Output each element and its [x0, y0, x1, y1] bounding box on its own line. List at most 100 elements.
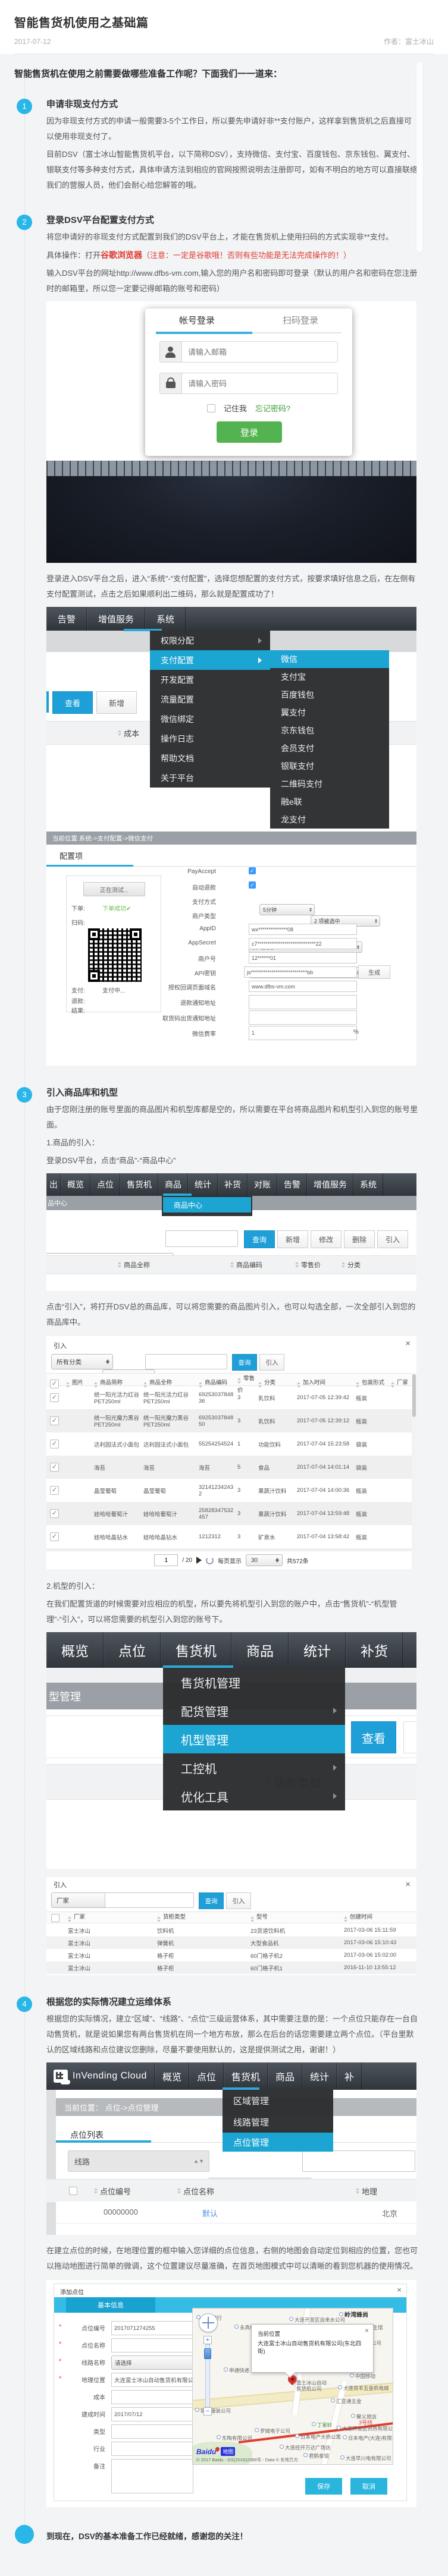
tab-config-items[interactable]: 配置项 — [59, 850, 83, 861]
query-button[interactable]: 查询 — [232, 1354, 257, 1371]
menu-item-pay-config[interactable]: 支付配置 — [150, 650, 270, 670]
zoom-out-button[interactable]: − — [203, 2407, 212, 2416]
menu-item-ipc[interactable]: 工控机 — [163, 1753, 345, 1782]
industry-input[interactable] — [111, 2442, 193, 2456]
zoom-slider-thumb[interactable] — [204, 2348, 211, 2359]
nav-item-stats[interactable]: 统计 — [302, 2062, 337, 2090]
nav-item-restock[interactable]: 补货 — [346, 1632, 403, 1668]
delete-button[interactable]: 删除 — [344, 1230, 375, 1248]
import-search-input[interactable] — [145, 1354, 227, 1369]
row-checkbox[interactable] — [50, 1463, 59, 1472]
nav-item-overview[interactable]: 概览 — [46, 1632, 104, 1668]
close-icon[interactable]: × — [405, 1879, 411, 1890]
table-row[interactable]: 富士冰山饮料机23货道饮料机2017-03-06 15:11:59 — [46, 1924, 416, 1936]
nav-item-machine[interactable]: 售货机 — [161, 1632, 231, 1668]
appsecret-input[interactable]: c7****************************22 — [249, 938, 357, 949]
sort-icon[interactable] — [295, 1260, 299, 1270]
menu-item-line[interactable]: 线路管理 — [223, 2111, 333, 2133]
table-row[interactable]: 富士冰山格子柜60门格子机12016-11-10 13:55:12 — [46, 1961, 416, 1974]
menu-item-dispatch-manage[interactable]: 配货管理 — [163, 1696, 345, 1725]
row-checkbox[interactable] — [50, 1393, 59, 1402]
build-date-input[interactable]: 2017/07/12 — [111, 2407, 193, 2421]
nav-item-location[interactable]: 点位 — [90, 1173, 120, 1196]
close-icon[interactable]: × — [365, 2326, 369, 2335]
column-category[interactable]: 分类 — [347, 1260, 361, 1270]
nav-item-vas[interactable]: 增值服务 — [87, 607, 145, 631]
callback-domain-input[interactable]: www.dfbs-vm.com — [249, 981, 357, 992]
view-button[interactable]: 查看 — [52, 691, 93, 714]
query-button[interactable]: 查询 — [244, 1230, 275, 1248]
sort-icon[interactable] — [177, 2186, 181, 2196]
submenu-item-baidu-wallet[interactable]: 百度钱包 — [270, 686, 389, 704]
submenu-item-yipay[interactable]: 翼支付 — [270, 704, 389, 722]
refund-delay-select[interactable]: 5分钟 — [259, 904, 315, 915]
submenu-item-alipay[interactable]: 支付宝 — [270, 668, 389, 686]
submenu-item-member-pay[interactable]: 会员支付 — [270, 739, 389, 757]
nav-item-restock[interactable]: 补 — [337, 2062, 362, 2090]
appid-input[interactable]: wx**************08 — [249, 924, 357, 935]
menu-item-region[interactable]: 区域管理 — [223, 2090, 333, 2111]
menu-item-wechat-bind[interactable]: 微信绑定 — [150, 709, 270, 729]
column-geo[interactable]: 地理 — [362, 2185, 377, 2197]
remember-checkbox[interactable] — [207, 404, 215, 412]
submenu-item-wechat[interactable]: 微信 — [270, 650, 389, 668]
add-button[interactable]: 新增 — [277, 1230, 308, 1248]
column-code[interactable]: 商品编码 — [236, 1260, 262, 1270]
row-checkbox[interactable] — [50, 1440, 59, 1448]
sort-icon[interactable] — [342, 1260, 345, 1270]
save-button[interactable]: 保存 — [305, 2478, 342, 2495]
sort-icon[interactable] — [118, 1260, 121, 1270]
model-search-input[interactable] — [105, 1892, 194, 1908]
select-all-checkbox[interactable] — [51, 1914, 59, 1922]
row-checkbox[interactable] — [50, 1486, 59, 1495]
table-row[interactable]: 娃哈哈晶钻水娃哈哈晶钻水12123123矿泉水2017-07-04 13:58:… — [46, 1525, 412, 1548]
edit-button[interactable]: 修改 — [311, 1230, 342, 1248]
cost-input[interactable] — [111, 2390, 193, 2404]
table-row[interactable]: 富士冰山弹簧机大型食品机2017-03-06 15:10:43 — [46, 1936, 416, 1949]
import-button[interactable]: 引入 — [259, 1354, 284, 1371]
api-key-input[interactable]: js***************************bb — [244, 966, 357, 978]
menu-item-permission[interactable]: 权限分配 — [150, 631, 270, 650]
nav-item-machine[interactable]: 售货机 — [120, 1173, 158, 1196]
go-page-icon[interactable] — [196, 1557, 202, 1564]
nav-item-machine[interactable]: 售货机 — [224, 2062, 268, 2090]
nav-item-alert[interactable]: 告警 — [46, 607, 87, 631]
sort-icon[interactable] — [94, 2186, 98, 2196]
table-row[interactable]: 统一阳光活力红谷PET250ml统一阳光活力红谷PET250ml69253037… — [46, 1386, 412, 1409]
map-zoom-control[interactable]: + − — [203, 2336, 212, 2416]
menu-item-dev-config[interactable]: 开发配置 — [150, 670, 270, 689]
column-cost[interactable]: 成本 — [124, 728, 139, 739]
column-name[interactable]: 点位名称 — [183, 2185, 214, 2197]
import-button[interactable]: 引入 — [226, 1892, 251, 1909]
nav-item-location[interactable]: 点位 — [189, 2062, 224, 2090]
location-default-link[interactable]: 默认 — [202, 2207, 218, 2219]
nav-item-system[interactable]: 系统 — [145, 607, 186, 631]
per-page-select[interactable]: 30 — [246, 1554, 283, 1566]
nav-item-vas[interactable]: 增值服务 — [307, 1173, 353, 1196]
menu-item-machine-manage[interactable]: 售货机管理 — [163, 1668, 345, 1696]
column-price[interactable]: 零售价 — [301, 1260, 321, 1270]
select-all-checkbox[interactable] — [69, 2187, 77, 2195]
sort-icon[interactable] — [356, 2186, 359, 2196]
sort-icon[interactable] — [118, 728, 121, 738]
category-select[interactable]: 所有分类 — [51, 1354, 113, 1369]
zoom-slider[interactable] — [205, 2344, 210, 2407]
menu-item-location-manage[interactable]: 点位管理 — [223, 2133, 333, 2152]
nav-item-goods[interactable]: 商品 — [231, 1632, 289, 1668]
location-name-input[interactable] — [111, 2338, 193, 2353]
table-row[interactable]: 00000000 默认 北京 — [56, 2202, 416, 2224]
submenu-item-jd-wallet[interactable]: 京东钱包 — [270, 722, 389, 739]
tab-basic-info[interactable]: 基本信息 — [66, 2297, 155, 2313]
nav-item-overview[interactable]: 概览 — [61, 1173, 90, 1196]
menu-item-optimize-tools[interactable]: 优化工具 — [163, 1782, 345, 1810]
zoom-in-button[interactable]: + — [203, 2336, 212, 2344]
view-button[interactable]: 查看 — [351, 1721, 396, 1753]
table-row[interactable]: 富士冰山格子柜60门格子机22017-03-06 15:02:00 — [46, 1949, 416, 1961]
row-checkbox[interactable] — [50, 1532, 59, 1541]
geo-input[interactable]: 大连富士冰山自动售货机有限公司(东 — [111, 2373, 193, 2387]
nav-item-goods[interactable]: 商品 — [158, 1173, 188, 1196]
merchant-id-input[interactable]: 12******01 — [249, 952, 357, 963]
submenu-item-ronge[interactable]: 融e联 — [270, 793, 389, 811]
menu-item-model-manage[interactable]: 机型管理 — [163, 1725, 345, 1753]
menu-item-op-log[interactable]: 操作日志 — [150, 729, 270, 748]
